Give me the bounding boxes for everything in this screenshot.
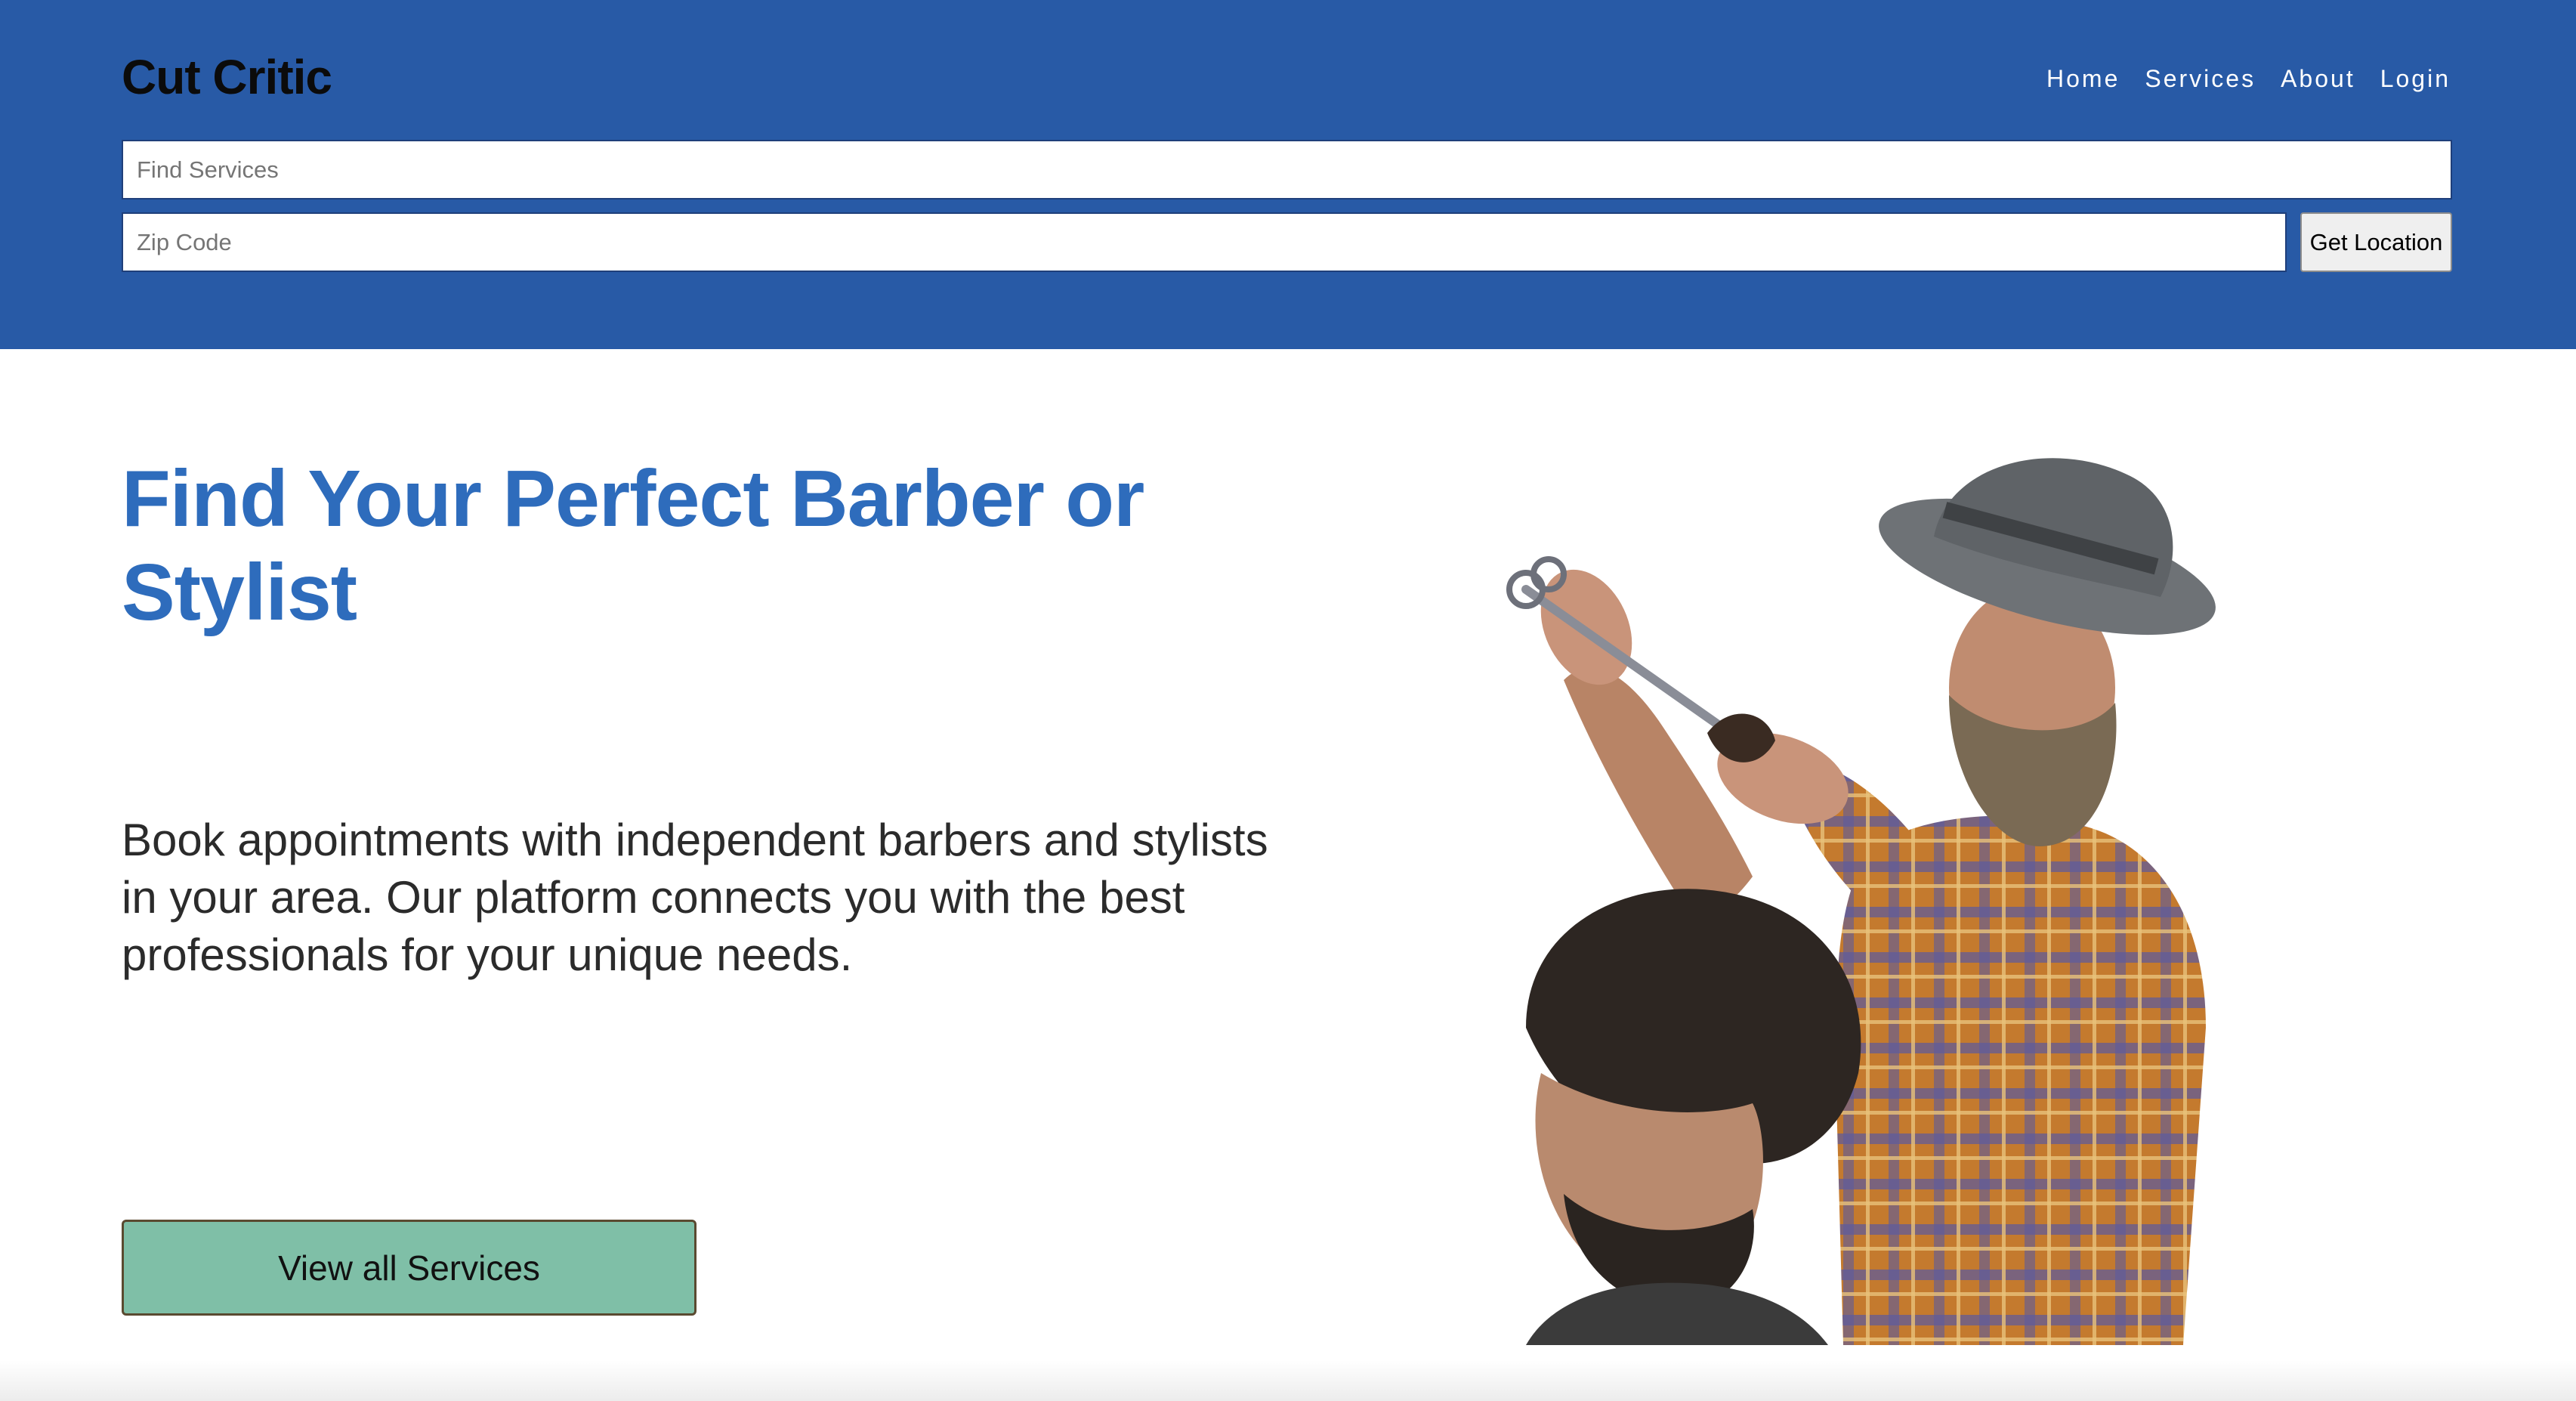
- zip-code-input[interactable]: [122, 212, 2287, 272]
- get-location-button[interactable]: Get Location: [2300, 212, 2452, 272]
- nav-about-link[interactable]: About: [2281, 60, 2355, 97]
- barber-illustration: [1506, 458, 2216, 1345]
- hero-description: Book appointments with independent barbe…: [122, 815, 1268, 980]
- nav-login-link[interactable]: Login: [2380, 60, 2451, 97]
- nav-home-link[interactable]: Home: [2046, 60, 2120, 97]
- find-services-input[interactable]: [122, 140, 2452, 199]
- bottom-shadow: [0, 1360, 2576, 1401]
- main-nav: Home Services About Login: [2046, 60, 2451, 97]
- nav-services-link[interactable]: Services: [2145, 60, 2256, 97]
- brand-logo-text[interactable]: Cut Critic: [122, 47, 332, 107]
- site-header: Cut Critic Home Services About Login Get…: [0, 0, 2576, 349]
- view-all-services-button[interactable]: View all Services: [122, 1220, 697, 1316]
- hero-title: Find Your Perfect Barber or Stylist: [122, 454, 1144, 637]
